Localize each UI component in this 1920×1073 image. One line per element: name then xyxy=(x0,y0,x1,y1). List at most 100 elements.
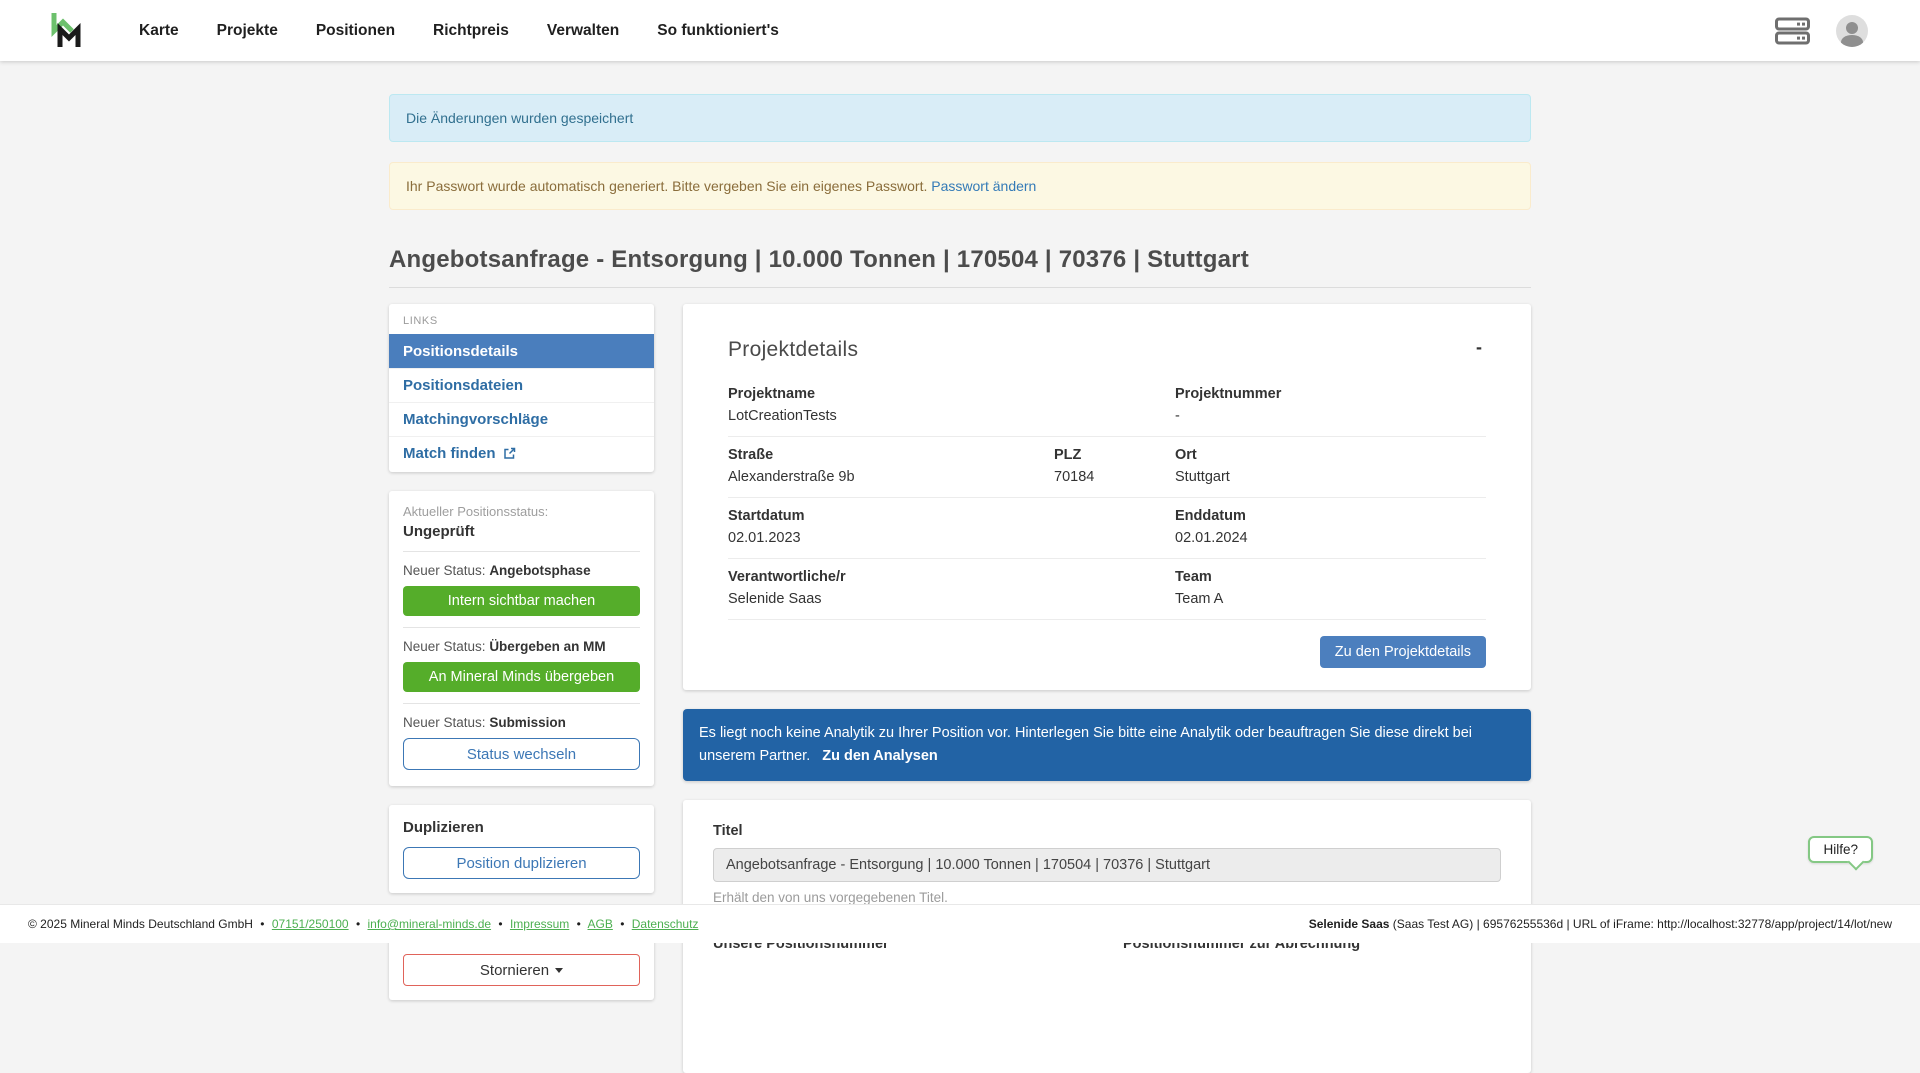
status-name: Angebotsphase xyxy=(489,563,590,578)
project-details-title: Projektdetails xyxy=(728,338,858,362)
footer-email-link[interactable]: info@mineral-minds.de xyxy=(367,917,491,931)
project-details-card: Projektdetails - Projektname LotCreation… xyxy=(683,304,1531,690)
top-navigation-bar: Karte Projekte Positionen Richtpreis Ver… xyxy=(0,0,1920,61)
footer-impressum-link[interactable]: Impressum xyxy=(510,917,569,931)
links-card-header: LINKS xyxy=(389,304,654,334)
field-label: Startdatum xyxy=(728,508,1175,525)
field-value: Selenide Saas xyxy=(728,591,1175,608)
sidebar-item-match-finden[interactable]: Match finden xyxy=(389,436,654,470)
nav-item-positionen[interactable]: Positionen xyxy=(316,22,395,40)
sidebar-item-matchingvorschlaege[interactable]: Matchingvorschläge xyxy=(389,402,654,436)
footer-separator: • xyxy=(356,917,360,931)
duplicate-card: Duplizieren Position duplizieren xyxy=(389,805,654,893)
footer-datenschutz-link[interactable]: Datenschutz xyxy=(632,917,699,931)
sidebar-item-label: Matchingvorschläge xyxy=(403,411,548,428)
external-link-icon xyxy=(503,447,516,460)
status-line: Neuer Status: Submission xyxy=(403,715,640,730)
status-prefix: Neuer Status: xyxy=(403,563,486,578)
go-to-project-details-button[interactable]: Zu den Projektdetails xyxy=(1320,636,1486,668)
page-title: Angebotsanfrage - Entsorgung | 10.000 To… xyxy=(389,246,1531,274)
field-label: Enddatum xyxy=(1175,508,1486,525)
server-list-icon[interactable] xyxy=(1775,17,1810,45)
topbar-right xyxy=(1775,15,1868,47)
nav-item-projekte[interactable]: Projekte xyxy=(217,22,278,40)
sidebar-item-label: Match finden xyxy=(403,445,496,462)
field-value: LotCreationTests xyxy=(728,408,1175,425)
help-button[interactable]: Hilfe? xyxy=(1808,836,1873,863)
footer-session-info: Selenide Saas (Saas Test AG) | 695762555… xyxy=(1309,917,1892,931)
analytics-banner: Es liegt noch keine Analytik zu Ihrer Po… xyxy=(683,709,1531,781)
footer-separator: • xyxy=(498,917,502,931)
password-alert-text: Ihr Passwort wurde automatisch generiert… xyxy=(406,178,927,194)
nav-item-so-funktionierts[interactable]: So funktioniert's xyxy=(657,22,779,40)
footer-user-name: Selenide Saas xyxy=(1309,917,1390,931)
project-details-row: Straße Alexanderstraße 9b PLZ 70184 Ort … xyxy=(728,437,1486,498)
field-value: Alexanderstraße 9b xyxy=(728,469,1054,486)
field-value: 02.01.2024 xyxy=(1175,530,1486,547)
footer: © 2025 Mineral Minds Deutschland GmbH • … xyxy=(0,904,1920,943)
sidebar-item-label: Positionsdateien xyxy=(403,377,523,394)
title-field-label: Titel xyxy=(713,823,1501,839)
footer-session-details: (Saas Test AG) | 69576255536d | URL of i… xyxy=(1389,917,1892,931)
field-value: 02.01.2023 xyxy=(728,530,1175,547)
duplicate-position-button[interactable]: Position duplizieren xyxy=(403,847,640,879)
main-content: Projektdetails - Projektname LotCreation… xyxy=(683,304,1531,1073)
field-label: Straße xyxy=(728,447,1054,464)
brand-logo[interactable] xyxy=(47,7,87,54)
project-details-row: Verantwortliche/r Selenide Saas Team Tea… xyxy=(728,559,1486,620)
nav-item-verwalten[interactable]: Verwalten xyxy=(547,22,619,40)
main-nav: Karte Projekte Positionen Richtpreis Ver… xyxy=(139,22,779,40)
links-card: LINKS Positionsdetails Positionsdateien … xyxy=(389,304,654,472)
status-line: Neuer Status: Angebotsphase xyxy=(403,563,640,578)
field-value: - xyxy=(1175,408,1486,425)
field-label: Verantwortliche/r xyxy=(728,569,1175,586)
title-input[interactable] xyxy=(713,848,1501,882)
project-details-row: Projektname LotCreationTests Projektnumm… xyxy=(728,376,1486,437)
make-visible-internally-button[interactable]: Intern sichtbar machen xyxy=(403,586,640,616)
sidebar-item-label: Positionsdetails xyxy=(403,343,518,360)
copyright-text: © 2025 Mineral Minds Deutschland GmbH xyxy=(28,917,253,931)
cancel-button-label: Stornieren xyxy=(480,962,549,979)
mineral-minds-logo-icon xyxy=(47,7,87,54)
nav-item-karte[interactable]: Karte xyxy=(139,22,179,40)
collapse-card-button[interactable]: - xyxy=(1472,338,1486,356)
footer-phone-link[interactable]: 07151/250100 xyxy=(272,917,349,931)
status-name: Submission xyxy=(489,715,566,730)
change-password-link[interactable]: Passwort ändern xyxy=(931,178,1036,194)
footer-separator: • xyxy=(260,917,264,931)
footer-separator: • xyxy=(577,917,581,931)
password-alert: Ihr Passwort wurde automatisch generiert… xyxy=(389,162,1531,210)
project-details-row: Startdatum 02.01.2023 Enddatum 02.01.202… xyxy=(728,498,1486,559)
current-status-value: Ungeprüft xyxy=(403,523,640,540)
field-label: Ort xyxy=(1175,447,1486,464)
field-value: 70184 xyxy=(1054,469,1175,486)
status-card: Aktueller Positionsstatus: Ungeprüft Neu… xyxy=(389,491,654,786)
cancel-position-button[interactable]: Stornieren xyxy=(403,954,640,986)
sidebar-item-positionsdetails[interactable]: Positionsdetails xyxy=(389,334,654,368)
current-status-label: Aktueller Positionsstatus: xyxy=(403,504,640,519)
change-status-button[interactable]: Status wechseln xyxy=(403,738,640,770)
field-label: Team xyxy=(1175,569,1486,586)
saved-alert: Die Änderungen wurden gespeichert xyxy=(389,94,1531,142)
sidebar-item-positionsdateien[interactable]: Positionsdateien xyxy=(389,368,654,402)
field-label: Projektname xyxy=(728,386,1175,403)
footer-agb-link[interactable]: AGB xyxy=(588,917,613,931)
analytics-banner-text: Es liegt noch keine Analytik zu Ihrer Po… xyxy=(699,725,1472,764)
nav-item-richtpreis[interactable]: Richtpreis xyxy=(433,22,509,40)
page-title-block: Angebotsanfrage - Entsorgung | 10.000 To… xyxy=(389,246,1531,288)
saved-alert-text: Die Änderungen wurden gespeichert xyxy=(406,110,633,126)
status-name: Übergeben an MM xyxy=(489,639,605,654)
duplicate-card-title: Duplizieren xyxy=(403,819,640,836)
status-prefix: Neuer Status: xyxy=(403,715,486,730)
caret-down-icon xyxy=(555,968,563,973)
handover-to-mineral-minds-button[interactable]: An Mineral Minds übergeben xyxy=(403,662,640,692)
field-label: Projektnummer xyxy=(1175,386,1486,403)
field-label: PLZ xyxy=(1054,447,1175,464)
user-avatar-icon xyxy=(1836,15,1868,47)
user-avatar[interactable] xyxy=(1836,15,1868,47)
footer-left: © 2025 Mineral Minds Deutschland GmbH • … xyxy=(28,917,698,931)
status-line: Neuer Status: Übergeben an MM xyxy=(403,639,640,654)
sidebar: LINKS Positionsdetails Positionsdateien … xyxy=(389,304,654,1000)
field-value: Stuttgart xyxy=(1175,469,1486,486)
go-to-analyses-link[interactable]: Zu den Analysen xyxy=(822,748,937,764)
